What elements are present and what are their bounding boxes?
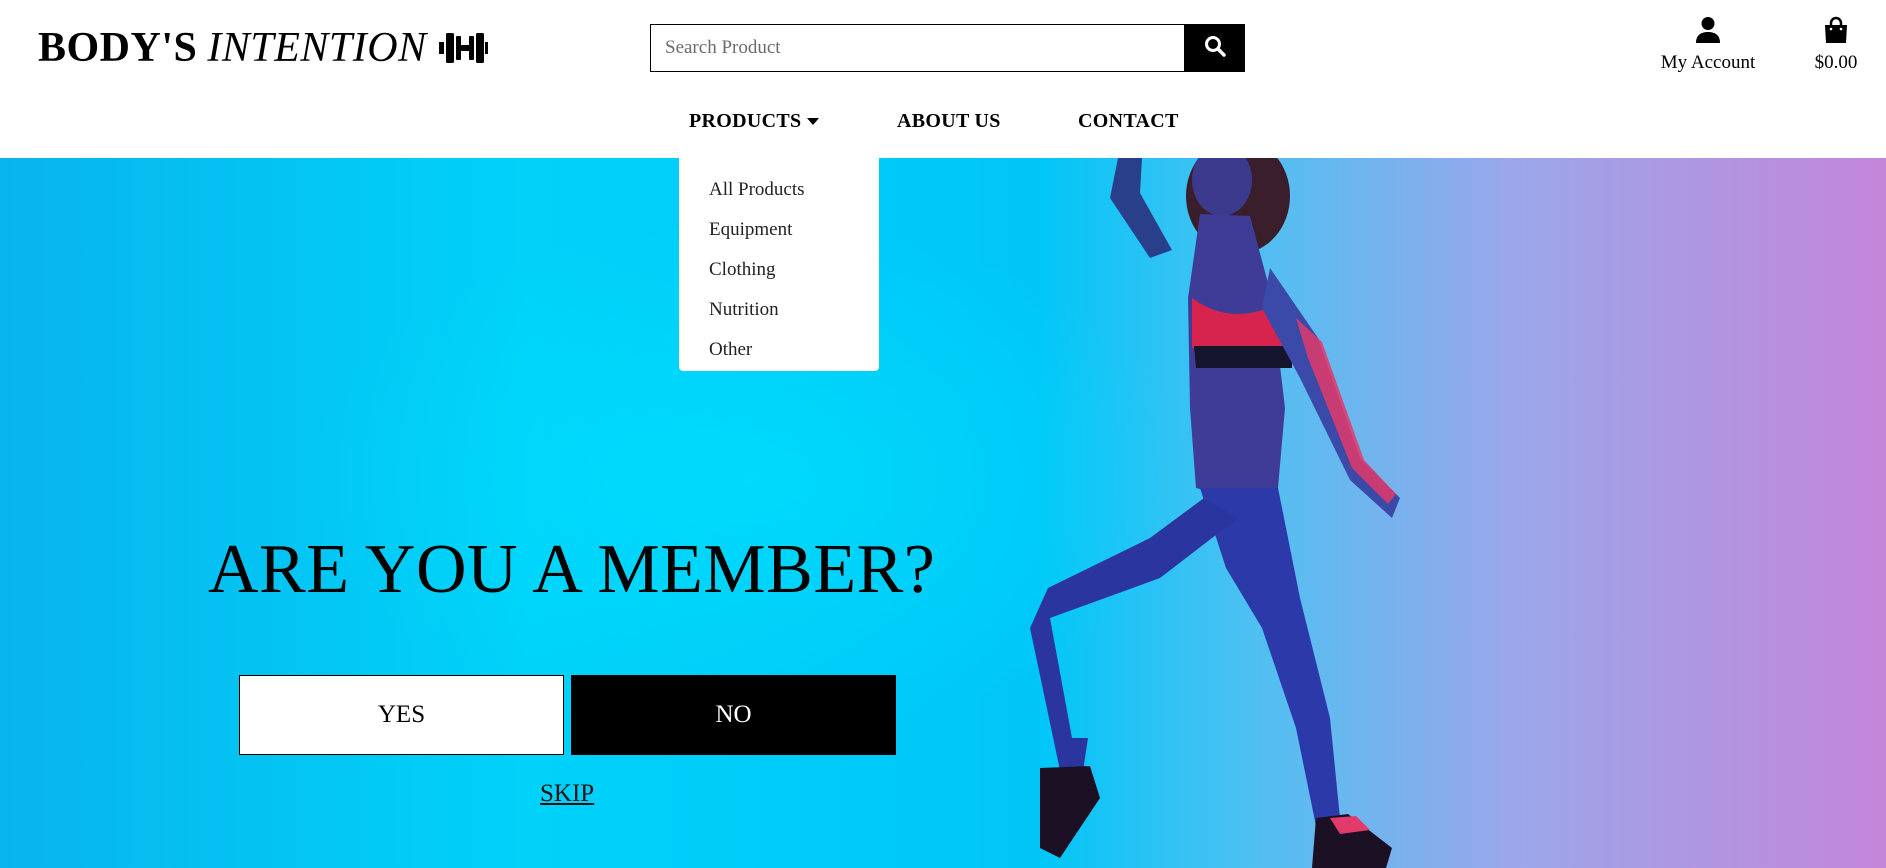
member-prompt-title: ARE YOU A MEMBER?: [208, 531, 936, 608]
nav-products[interactable]: PRODUCTS: [689, 110, 820, 133]
my-account-link[interactable]: My Account: [1652, 16, 1764, 74]
dropdown-item-all-products[interactable]: All Products: [679, 170, 879, 210]
dropdown-item-nutrition[interactable]: Nutrition: [679, 290, 879, 330]
yes-button[interactable]: YES: [239, 675, 564, 755]
products-dropdown: All Products Equipment Clothing Nutritio…: [679, 158, 879, 371]
no-button[interactable]: NO: [571, 675, 896, 755]
dropdown-item-other[interactable]: Other: [679, 330, 879, 370]
search-bar: [650, 24, 1245, 72]
cart-link[interactable]: $0.00: [1800, 16, 1872, 74]
main-nav: PRODUCTS ABOUT US CONTACT: [0, 110, 1886, 140]
dumbbell-icon: [437, 30, 489, 66]
cart-total: $0.00: [1814, 52, 1858, 73]
user-icon: [1652, 16, 1764, 50]
logo-italic-text: INTENTION: [207, 25, 427, 71]
shopping-bag-icon: [1800, 16, 1872, 50]
skip-link[interactable]: SKIP: [540, 780, 594, 808]
my-account-label: My Account: [1660, 52, 1756, 73]
search-input[interactable]: [650, 24, 1184, 72]
logo-bold-text: BODY'S: [38, 25, 198, 71]
site-header: BODY'S INTENTION Search Product My Accou…: [0, 0, 1886, 158]
search-icon: [1204, 35, 1226, 62]
nav-contact[interactable]: CONTACT: [1078, 110, 1179, 133]
athlete-image: [1030, 158, 1400, 868]
search-button[interactable]: [1184, 24, 1245, 72]
hero-banner: [0, 158, 1886, 868]
dropdown-item-clothing[interactable]: Clothing: [679, 250, 879, 290]
nav-about-us[interactable]: ABOUT US: [897, 110, 1001, 133]
caret-down-icon: [807, 117, 820, 126]
site-logo[interactable]: BODY'S INTENTION: [38, 24, 489, 72]
dropdown-item-equipment[interactable]: Equipment: [679, 210, 879, 250]
nav-products-label: PRODUCTS: [689, 110, 802, 132]
